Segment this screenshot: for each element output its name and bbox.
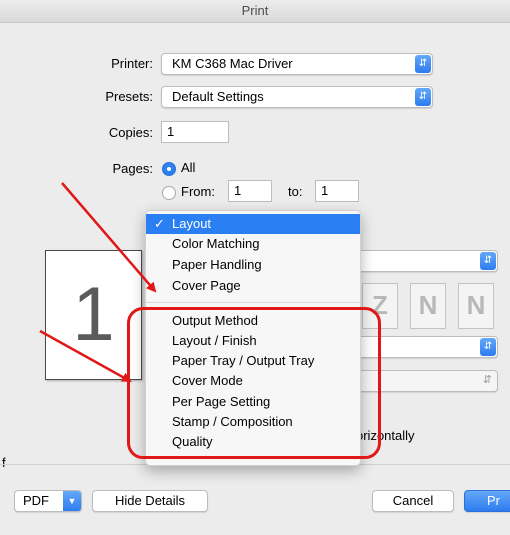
arrow-to-cover-page: [61, 182, 157, 293]
print-dialog: Print Printer: KM C368 Mac Driver ⇵ Pres…: [0, 0, 510, 535]
arrow-to-cover-mode: [39, 329, 132, 383]
annotation-arrows: [39, 182, 157, 383]
screenshot-canvas: Print Printer: KM C368 Mac Driver ⇵ Pres…: [0, 0, 510, 535]
